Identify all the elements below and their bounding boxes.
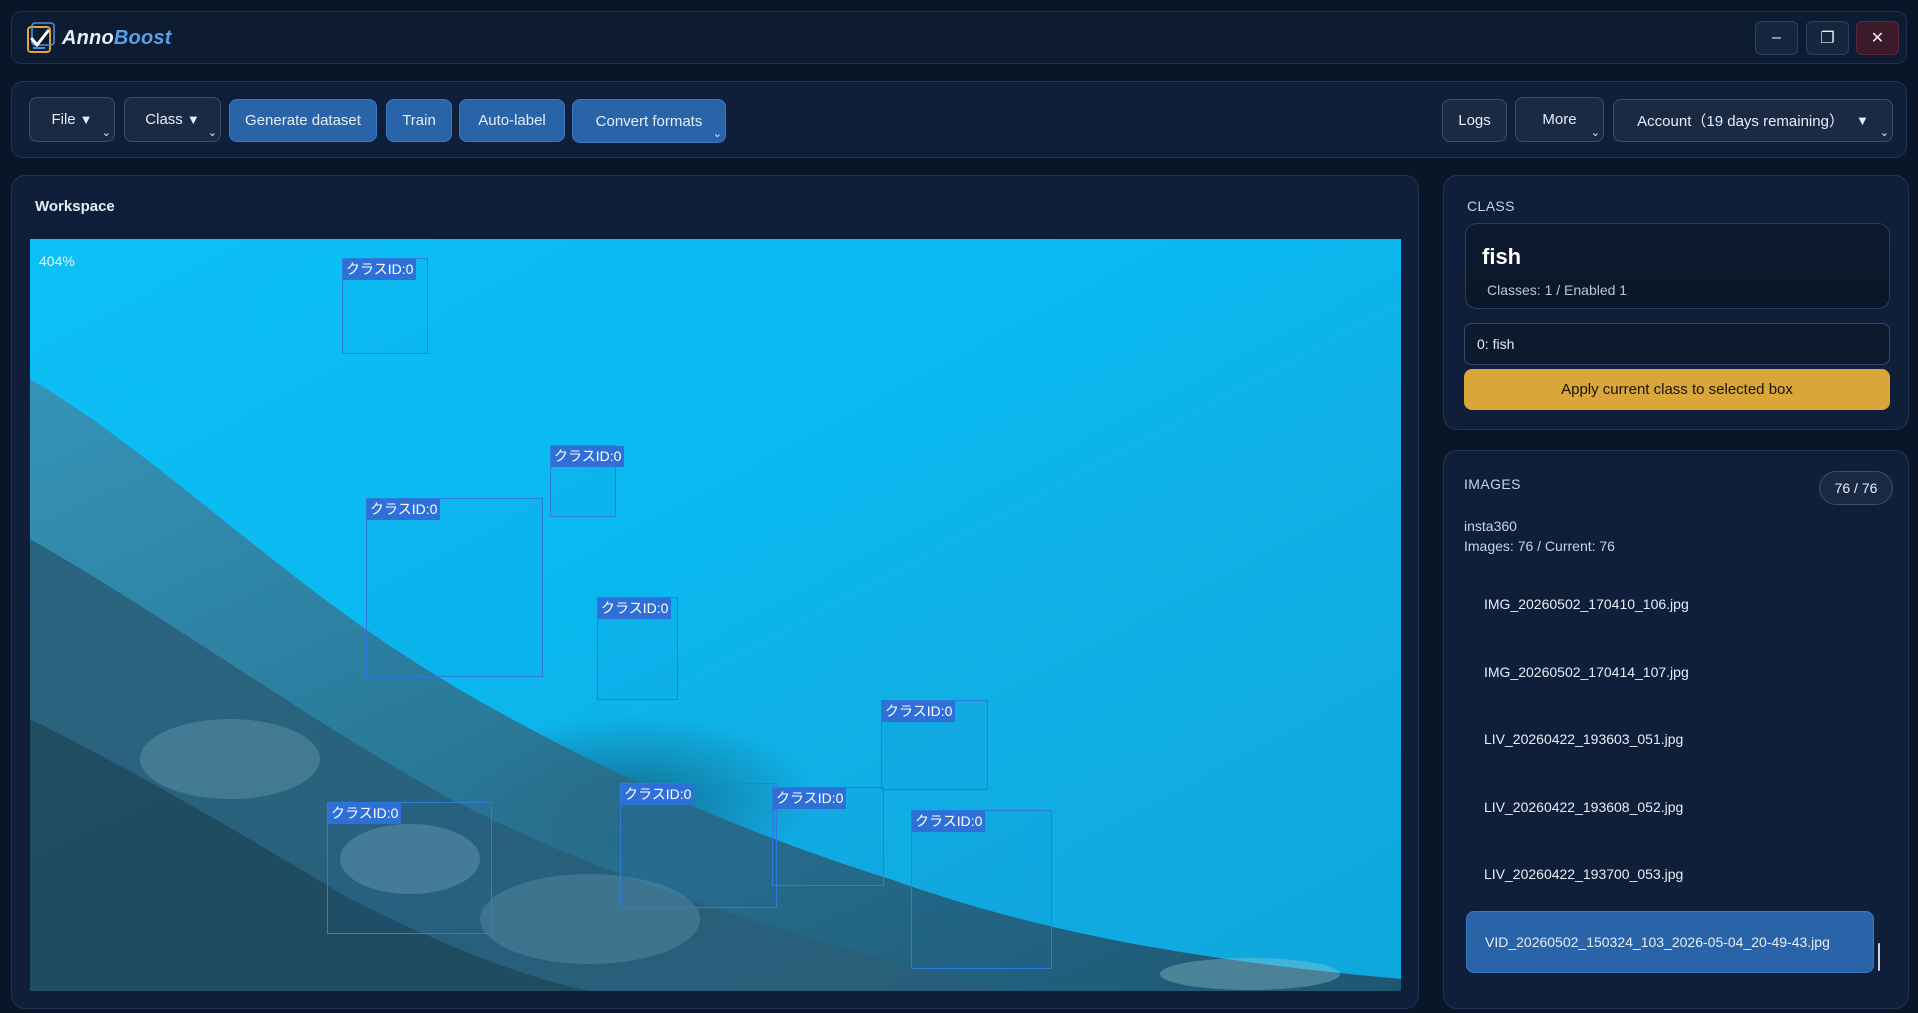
apply-class-button[interactable]: Apply current class to selected box bbox=[1464, 369, 1890, 410]
file-menu-label: File bbox=[51, 111, 76, 128]
title-bar: AnnoBoost – ❐ ✕ bbox=[11, 11, 1907, 64]
bbox-label: クラスID:0 bbox=[598, 598, 672, 619]
images-panel: IMAGES 76 / 76 insta360 Images: 76 / Cur… bbox=[1443, 450, 1909, 1009]
bounding-box[interactable]: クラスID:0 bbox=[911, 810, 1052, 969]
bbox-label: クラスID:0 bbox=[621, 784, 695, 805]
convert-formats-label: Convert formats bbox=[595, 112, 703, 130]
bbox-label: クラスID:0 bbox=[882, 701, 956, 722]
restore-icon: ❐ bbox=[1820, 30, 1835, 47]
app-logo: AnnoBoost bbox=[26, 20, 172, 56]
bounding-box[interactable]: クラスID:0 bbox=[881, 700, 988, 790]
close-button[interactable]: ✕ bbox=[1856, 21, 1899, 55]
file-list-item[interactable]: LIV_20260422_193603_051.jpg bbox=[1466, 708, 1874, 770]
file-list-item[interactable]: IMG_20260502_170410_106.jpg bbox=[1466, 573, 1874, 635]
app-name-part1: Anno bbox=[62, 26, 114, 49]
file-name: IMG_20260502_170414_107.jpg bbox=[1484, 664, 1689, 680]
file-name: IMG_20260502_170410_106.jpg bbox=[1484, 596, 1689, 612]
logs-button[interactable]: Logs bbox=[1442, 99, 1507, 142]
generate-dataset-label: Generate dataset bbox=[245, 112, 361, 129]
file-list-item[interactable]: IMG_20260502_170414_107.jpg bbox=[1466, 641, 1874, 703]
bbox-label: クラスID:0 bbox=[367, 499, 441, 520]
class-panel-heading: CLASS bbox=[1467, 198, 1515, 214]
account-menu-button[interactable]: Account（19 days remaining） ▼ ⌄ bbox=[1613, 99, 1893, 142]
current-class-name: fish bbox=[1482, 244, 1522, 269]
bounding-box[interactable]: クラスID:0 bbox=[597, 597, 678, 700]
app-name: AnnoBoost bbox=[62, 27, 172, 50]
annotation-canvas[interactable]: 404% クラスID:0 クラスID:0 クラスID:0 クラスID:0 クラス… bbox=[30, 239, 1401, 991]
bbox-label: クラスID:0 bbox=[773, 788, 847, 809]
file-menu-button[interactable]: File ▼ ⌄ bbox=[29, 97, 115, 142]
image-count-badge: 76 / 76 bbox=[1819, 471, 1893, 505]
train-label: Train bbox=[402, 112, 436, 129]
file-name: VID_20260502_150324_103_2026-05-04_20-49… bbox=[1485, 934, 1830, 950]
workspace-panel: Workspace 404% クラスID:0 クラスID:0 クラスID:0 ク… bbox=[11, 175, 1419, 1009]
close-icon: ✕ bbox=[1870, 30, 1885, 47]
chevron-down-icon: ⌄ bbox=[712, 128, 722, 140]
file-name: LIV_20260422_193603_051.jpg bbox=[1484, 731, 1684, 747]
chevron-down-icon: ⌄ bbox=[1590, 127, 1600, 139]
convert-formats-button[interactable]: Convert formats ⌄ bbox=[572, 99, 726, 143]
bounding-box[interactable]: クラスID:0 bbox=[342, 258, 428, 354]
bounding-box[interactable]: クラスID:0 bbox=[366, 498, 543, 677]
class-count: Classes: 1 / Enabled 1 bbox=[1487, 282, 1628, 298]
apply-class-label: Apply current class to selected box bbox=[1561, 381, 1793, 398]
class-select[interactable]: 0: fish bbox=[1464, 323, 1890, 365]
more-menu-label: More bbox=[1542, 111, 1577, 128]
bbox-label: クラスID:0 bbox=[912, 811, 986, 832]
train-button[interactable]: Train bbox=[386, 99, 452, 142]
bounding-box[interactable]: クラスID:0 bbox=[620, 783, 777, 908]
workspace-title: Workspace bbox=[35, 198, 115, 215]
main-toolbar: File ▼ ⌄ Class ▼ ⌄ Generate dataset Trai… bbox=[11, 81, 1907, 158]
file-name: LIV_20260422_193608_052.jpg bbox=[1484, 799, 1684, 815]
current-class-card: fish Classes: 1 / Enabled 1 bbox=[1465, 223, 1890, 309]
bounding-box[interactable]: クラスID:0 bbox=[772, 787, 884, 886]
caret-down-icon: ▼ bbox=[186, 112, 200, 127]
chevron-down-icon: ⌄ bbox=[207, 127, 217, 139]
chevron-down-icon: ⌄ bbox=[1879, 127, 1889, 139]
class-panel: CLASS fish Classes: 1 / Enabled 1 0: fis… bbox=[1443, 175, 1909, 430]
bounding-box[interactable]: クラスID:0 bbox=[550, 445, 625, 517]
minimize-icon: – bbox=[1772, 29, 1781, 46]
caret-down-icon: ▼ bbox=[79, 112, 93, 127]
dataset-meta: Images: 76 / Current: 76 bbox=[1464, 538, 1615, 554]
minimize-button[interactable]: – bbox=[1755, 21, 1798, 55]
file-list-item[interactable]: LIV_20260422_193608_052.jpg bbox=[1466, 776, 1874, 838]
auto-label-label: Auto-label bbox=[478, 112, 546, 129]
auto-label-button[interactable]: Auto-label bbox=[459, 99, 565, 142]
restore-button[interactable]: ❐ bbox=[1806, 21, 1849, 55]
images-panel-heading: IMAGES bbox=[1464, 476, 1521, 492]
logs-label: Logs bbox=[1458, 112, 1491, 129]
file-list-item[interactable]: LIV_20260422_193700_053.jpg bbox=[1466, 843, 1874, 905]
caret-down-icon: ▼ bbox=[1855, 113, 1869, 128]
bbox-label: クラスID:0 bbox=[343, 259, 417, 280]
logo-icon bbox=[26, 21, 56, 55]
bounding-box[interactable]: クラスID:0 bbox=[327, 802, 492, 934]
account-label: Account（19 days remaining） bbox=[1637, 113, 1844, 130]
generate-dataset-button[interactable]: Generate dataset bbox=[229, 99, 377, 142]
chevron-down-icon: ⌄ bbox=[101, 127, 111, 139]
class-menu-button[interactable]: Class ▼ ⌄ bbox=[124, 97, 221, 142]
dataset-name: insta360 bbox=[1464, 518, 1517, 534]
more-menu-button[interactable]: More ⌄ bbox=[1515, 97, 1604, 142]
bbox-label: クラスID:0 bbox=[551, 446, 625, 467]
file-list-item-selected[interactable]: VID_20260502_150324_103_2026-05-04_20-49… bbox=[1466, 911, 1874, 973]
file-list-scrollbar[interactable] bbox=[1878, 943, 1880, 971]
zoom-level: 404% bbox=[39, 253, 75, 269]
file-name: LIV_20260422_193700_053.jpg bbox=[1484, 866, 1684, 882]
bbox-label: クラスID:0 bbox=[328, 803, 402, 824]
app-name-part2: Boost bbox=[113, 26, 172, 49]
class-menu-label: Class bbox=[145, 111, 183, 128]
